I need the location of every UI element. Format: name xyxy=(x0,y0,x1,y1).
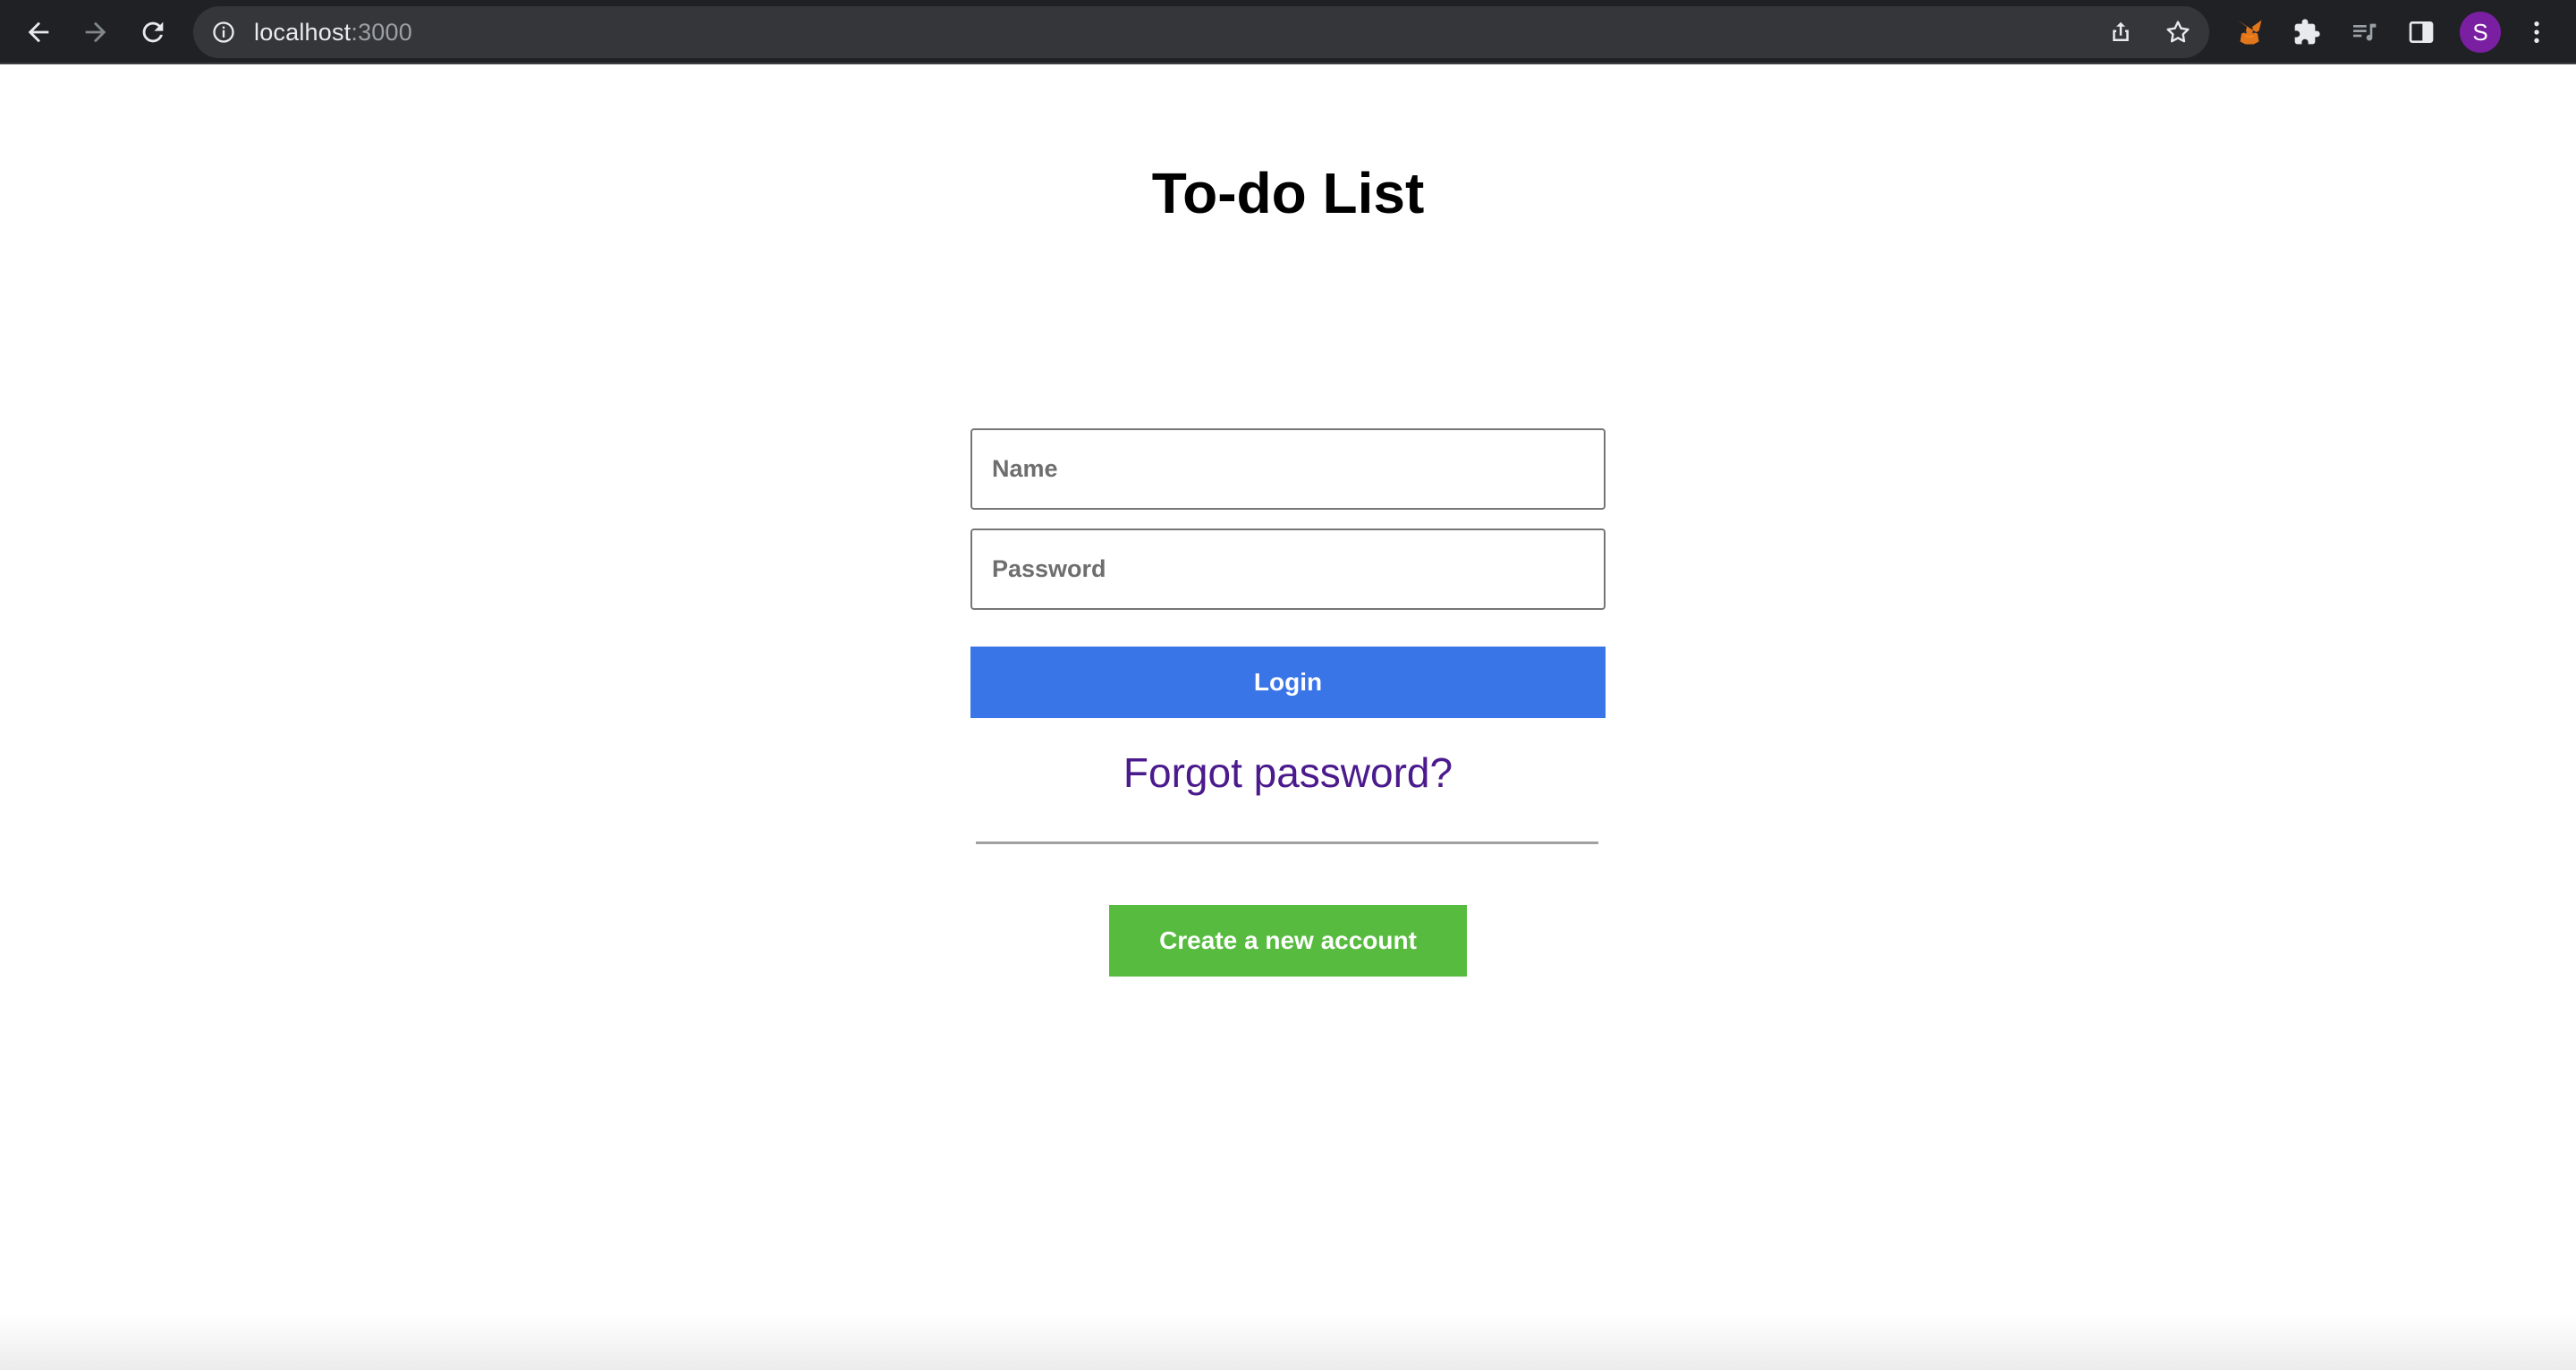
profile-avatar[interactable]: S xyxy=(2460,12,2501,53)
back-button[interactable] xyxy=(17,11,60,54)
password-input[interactable] xyxy=(970,529,1606,610)
divider xyxy=(976,841,1598,844)
side-panel-button[interactable] xyxy=(2400,11,2443,54)
arrow-left-icon xyxy=(28,21,49,43)
bottom-shadow xyxy=(0,1315,2576,1370)
url-host: localhost xyxy=(254,19,352,46)
bookmark-button[interactable] xyxy=(2161,15,2195,49)
forgot-password-link[interactable]: Forgot password? xyxy=(970,746,1606,799)
url-text[interactable]: localhost:3000 xyxy=(254,6,412,58)
reload-icon xyxy=(142,21,164,43)
puzzle-icon xyxy=(2294,19,2320,45)
media-queue-icon xyxy=(2353,23,2377,41)
info-icon[interactable] xyxy=(211,20,236,45)
share-button[interactable] xyxy=(2104,15,2138,49)
browser-toolbar: localhost:3000 S xyxy=(0,0,2576,64)
name-input[interactable] xyxy=(970,428,1606,510)
kebab-menu-icon xyxy=(2534,21,2539,43)
url-port: :3000 xyxy=(351,19,412,46)
arrow-right-icon xyxy=(85,21,106,43)
media-controls-button[interactable] xyxy=(2343,11,2385,54)
extensions-button[interactable] xyxy=(2285,11,2328,54)
address-bar[interactable]: localhost:3000 xyxy=(193,6,2209,58)
metamask-fox-icon xyxy=(2237,20,2262,45)
create-account-button[interactable]: Create a new account xyxy=(1109,905,1467,977)
forward-button[interactable] xyxy=(74,11,117,54)
metamask-extension-button[interactable] xyxy=(2228,11,2271,54)
page-title: To-do List xyxy=(1151,161,1425,225)
side-panel-icon xyxy=(2409,21,2434,43)
star-icon xyxy=(2166,21,2190,43)
reload-button[interactable] xyxy=(131,11,174,54)
browser-menu-button[interactable] xyxy=(2515,11,2558,54)
share-icon xyxy=(2113,21,2129,41)
login-button[interactable]: Login xyxy=(970,647,1606,718)
